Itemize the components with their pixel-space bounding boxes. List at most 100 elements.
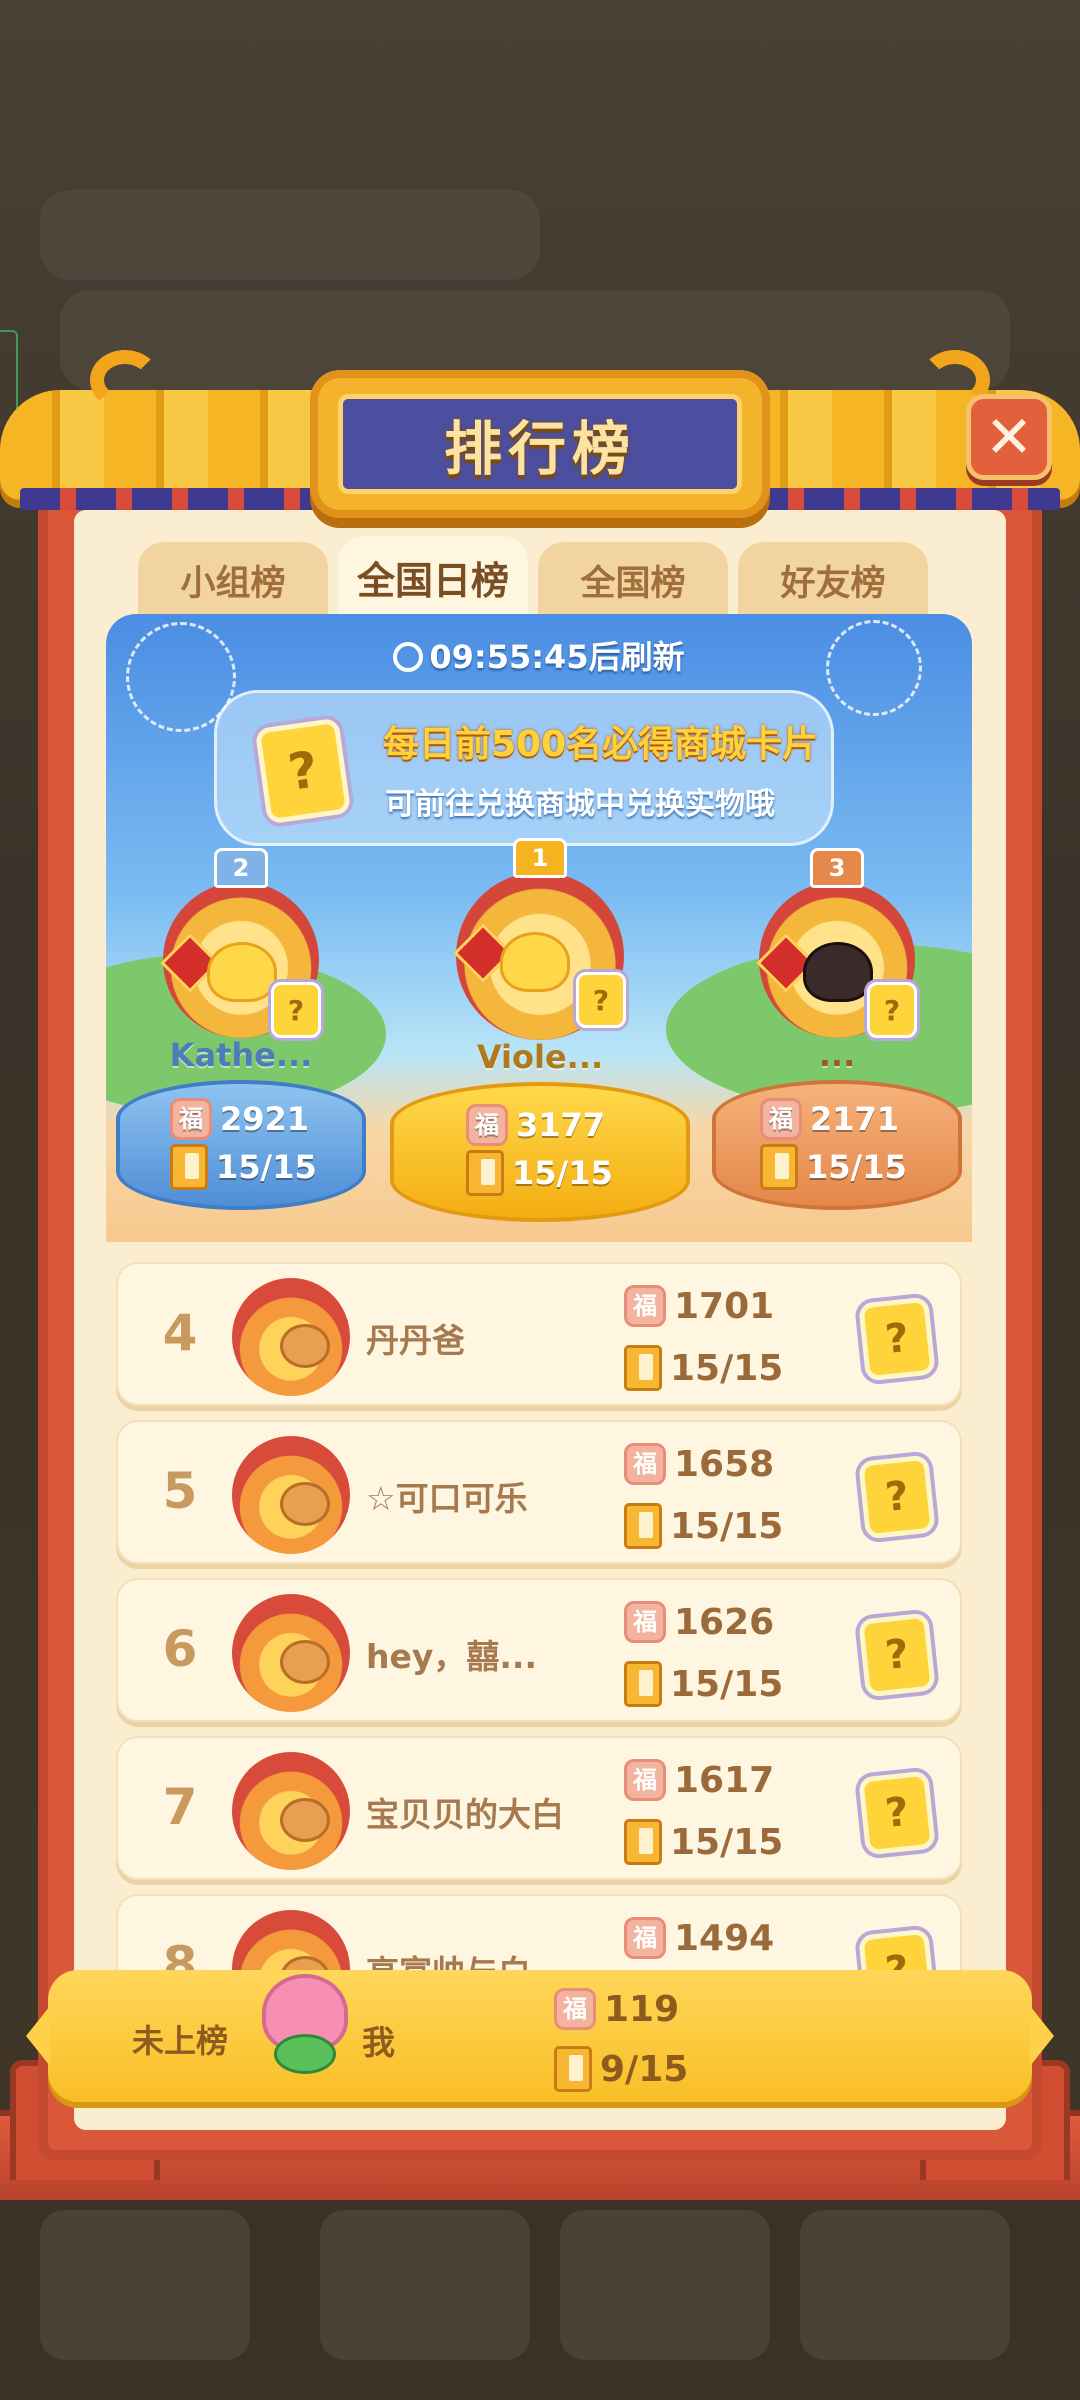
- list-item[interactable]: 4 丹丹爸 福 1701 15/15 ?: [116, 1262, 962, 1406]
- score-block: 福 1701 15/15: [624, 1280, 783, 1394]
- podium-rank-3[interactable]: 3 ? ... 福 2171 15/15: [702, 848, 972, 1210]
- character-icon: [280, 1324, 330, 1368]
- player-name: ☆可口可乐: [366, 1479, 528, 1518]
- refresh-timer-text: 09:55:45后刷新: [429, 638, 685, 676]
- fu-coin-icon: 福: [466, 1104, 508, 1146]
- fu-coin-icon: 福: [624, 1917, 666, 1959]
- banner-headline: 每日前500名必得商城卡片: [383, 724, 819, 765]
- player-name: 高富帅与白: [366, 1946, 531, 1970]
- progress-stat: 15/15: [624, 1500, 783, 1552]
- bottom-nav-tile[interactable]: [320, 2210, 530, 2360]
- bottom-nav-tile[interactable]: [800, 2210, 1010, 2360]
- my-name: 我: [362, 2023, 395, 2062]
- score-value: 119: [604, 1988, 680, 2030]
- card-symbol: ?: [883, 1630, 911, 1680]
- podium-rank-2[interactable]: 2 ? Kathe... 福 2921 15/15: [106, 848, 376, 1210]
- rank-number: 6: [162, 1620, 198, 1678]
- mall-card-icon: ?: [858, 1454, 936, 1540]
- score-stat: 福 119: [554, 1984, 688, 2034]
- refresh-timer: 09:55:45后刷新: [106, 632, 972, 678]
- score-value: 1701: [674, 1285, 775, 1327]
- progress-value: 15/15: [670, 1505, 784, 1547]
- fu-coin-icon: 福: [554, 1988, 596, 2030]
- avatar: [232, 1278, 350, 1396]
- book-icon: [170, 1144, 208, 1190]
- close-button[interactable]: ✕: [966, 394, 1052, 480]
- score-stat: 福 2171: [760, 1098, 907, 1140]
- score-value: 2921: [220, 1100, 310, 1138]
- bottom-nav-tile[interactable]: [40, 2210, 250, 2360]
- list-item[interactable]: 5 ☆可口可乐 福 1658 15/15 ?: [116, 1420, 962, 1564]
- podium-section: 09:55:45后刷新 ? 每日前500名必得商城卡片 可前往兑换商城中兑换实物…: [106, 614, 972, 1242]
- book-icon: [554, 2046, 592, 2092]
- character-icon: [280, 1482, 330, 1526]
- fu-coin-icon: 福: [624, 1285, 666, 1327]
- book-icon: [624, 1503, 662, 1549]
- player-name: Viole...: [476, 1038, 604, 1076]
- list-item[interactable]: 7 宝贝贝的大白 福 1617 15/15 ?: [116, 1736, 962, 1880]
- mall-card-icon: ?: [271, 982, 321, 1038]
- fu-coin-icon: 福: [760, 1098, 802, 1140]
- character-icon: [280, 1798, 330, 1842]
- mall-card-icon: ?: [254, 717, 352, 825]
- title-plaque-inner: 排行榜: [338, 394, 742, 494]
- book-icon: [624, 1661, 662, 1707]
- pedestal-bronze: 福 2171 15/15: [712, 1080, 962, 1210]
- fu-coin-icon: 福: [624, 1443, 666, 1485]
- tab-national[interactable]: 全国榜: [538, 542, 728, 618]
- avatar: 1 ?: [453, 838, 626, 1040]
- avatar: 2 ?: [160, 848, 321, 1038]
- score-value: 3177: [516, 1106, 606, 1144]
- score-block: 福 3177 15/15: [466, 1104, 613, 1196]
- card-symbol: ?: [284, 740, 322, 802]
- score-stat: 福 1701: [624, 1280, 783, 1332]
- book-icon: [624, 1819, 662, 1865]
- podium-rank-1[interactable]: 1 ? Viole... 福 3177 15/15: [390, 838, 690, 1222]
- progress-stat: 15/15: [760, 1144, 907, 1190]
- card-symbol: ?: [883, 1472, 911, 1522]
- avatar: [232, 1436, 350, 1554]
- background-blur-panel: [40, 190, 540, 280]
- title-plaque: 排行榜: [318, 378, 762, 510]
- progress-stat: 15/15: [170, 1144, 317, 1190]
- progress-value: 15/15: [806, 1148, 907, 1186]
- crown-icon: 1: [513, 838, 567, 878]
- fu-coin-icon: 福: [170, 1098, 212, 1140]
- mall-card-icon: ?: [576, 972, 626, 1028]
- close-icon: ✕: [984, 403, 1034, 471]
- progress-stat: 15/15: [624, 1816, 783, 1868]
- mall-card-icon: ?: [867, 982, 917, 1038]
- avatar: [232, 1752, 350, 1870]
- list-item[interactable]: 8 高富帅与白 福1494 ?: [116, 1894, 962, 1970]
- tab-group[interactable]: 小组榜: [138, 542, 328, 618]
- mall-card-icon: ?: [858, 1770, 936, 1856]
- score-block: 福 1626 15/15: [624, 1596, 783, 1710]
- crown-rank: 1: [531, 844, 549, 872]
- leaderboard-list[interactable]: 4 丹丹爸 福 1701 15/15 ? 5 ☆可口可乐 福 1658 15/15 …: [116, 1262, 962, 1970]
- progress-stat: 15/15: [466, 1150, 613, 1196]
- tab-friends[interactable]: 好友榜: [738, 542, 928, 618]
- roof-curl-left: [90, 350, 160, 410]
- tab-label: 小组榜: [180, 563, 286, 604]
- my-score-block: 福 119 9/15: [554, 1984, 688, 2094]
- card-symbol: ?: [287, 993, 305, 1027]
- progress-value: 15/15: [216, 1148, 317, 1186]
- list-item[interactable]: 6 hey，囍... 福 1626 15/15 ?: [116, 1578, 962, 1722]
- rank-number: 5: [162, 1462, 198, 1520]
- score-block: 福 1494: [624, 1912, 774, 1964]
- tab-national-daily[interactable]: 全国日榜: [338, 536, 528, 618]
- score-stat: 福 2921: [170, 1098, 317, 1140]
- rank-number: 4: [162, 1304, 198, 1362]
- tab-bar: 小组榜 全国日榜 全国榜 好友榜: [138, 536, 938, 618]
- card-symbol: ?: [883, 1947, 911, 1970]
- my-rank-bar[interactable]: 未上榜 我 福 119 9/15: [26, 1970, 1054, 2102]
- progress-value: 15/15: [670, 1347, 784, 1389]
- rank-number: 7: [162, 1778, 198, 1836]
- bottom-nav-tile[interactable]: [560, 2210, 770, 2360]
- player-name: Kathe...: [169, 1036, 313, 1074]
- player-name: 丹丹爸: [366, 1321, 465, 1360]
- banner-subline: 可前往兑换商城中兑换实物哦: [385, 787, 775, 822]
- mall-card-icon: ?: [858, 1612, 936, 1698]
- character-icon: [280, 1640, 330, 1684]
- pedestal-blue: 福 2921 15/15: [116, 1080, 366, 1210]
